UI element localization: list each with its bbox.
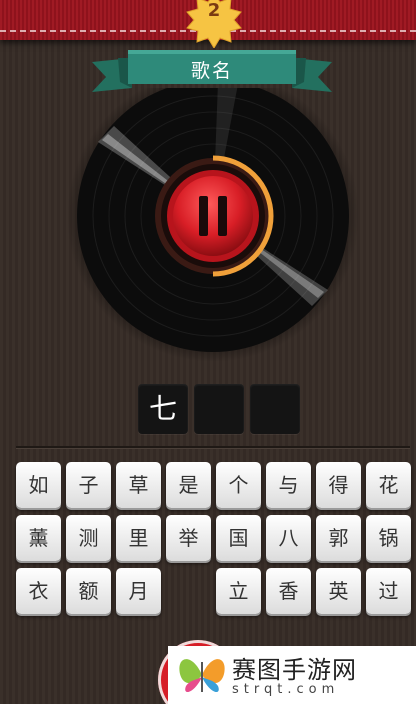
letter-tile[interactable]: 与 <box>266 462 311 508</box>
answer-slot[interactable] <box>194 384 244 434</box>
letter-tile[interactable]: 郭 <box>316 515 361 561</box>
letter-tile[interactable]: 个 <box>216 462 261 508</box>
letter-tile[interactable]: 如 <box>16 462 61 508</box>
vinyl-disc-icon <box>68 88 358 362</box>
letter-tile[interactable]: 衣 <box>16 568 61 614</box>
letter-tile[interactable]: 是 <box>166 462 211 508</box>
site-watermark: 赛图手游网 strqt.com <box>168 646 416 704</box>
level-number: 2 <box>207 0 221 21</box>
answer-slots: 七 <box>138 384 302 436</box>
letter-tile[interactable]: 立 <box>216 568 261 614</box>
letter-tile[interactable]: 锅 <box>366 515 411 561</box>
letter-tile[interactable]: 举 <box>166 515 211 561</box>
letter-tile[interactable]: 里 <box>116 515 161 561</box>
song-title-label: 歌名 <box>190 60 233 82</box>
letter-tile[interactable]: 花 <box>366 462 411 508</box>
watermark-latin: strqt.com <box>232 682 340 697</box>
letter-tile[interactable]: 得 <box>316 462 361 508</box>
level-badge: 2 <box>183 0 245 48</box>
divider <box>16 446 410 449</box>
letter-tile[interactable]: 草 <box>116 462 161 508</box>
letter-grid: 如 子 草 是 个 与 得 花 薰 测 里 举 国 八 郭 锅 衣 额 月 立 … <box>16 462 411 622</box>
letter-tile[interactable]: 薰 <box>16 515 61 561</box>
answer-slot[interactable]: 七 <box>138 384 188 434</box>
butterfly-logo-icon <box>179 659 225 693</box>
letter-tile[interactable]: 八 <box>266 515 311 561</box>
letter-tile[interactable]: 子 <box>66 462 111 508</box>
answer-slot[interactable] <box>250 384 300 434</box>
letter-tile[interactable]: 香 <box>266 568 311 614</box>
letter-tile[interactable]: 过 <box>366 568 411 614</box>
letter-tile[interactable]: 额 <box>66 568 111 614</box>
watermark-chinese: 赛图手游网 <box>232 656 357 684</box>
letter-tile[interactable]: 国 <box>216 515 261 561</box>
vinyl-record <box>68 88 358 364</box>
letter-tile[interactable]: 月 <box>116 568 161 614</box>
letter-tile[interactable]: 英 <box>316 568 361 614</box>
letter-tile[interactable]: 测 <box>66 515 111 561</box>
